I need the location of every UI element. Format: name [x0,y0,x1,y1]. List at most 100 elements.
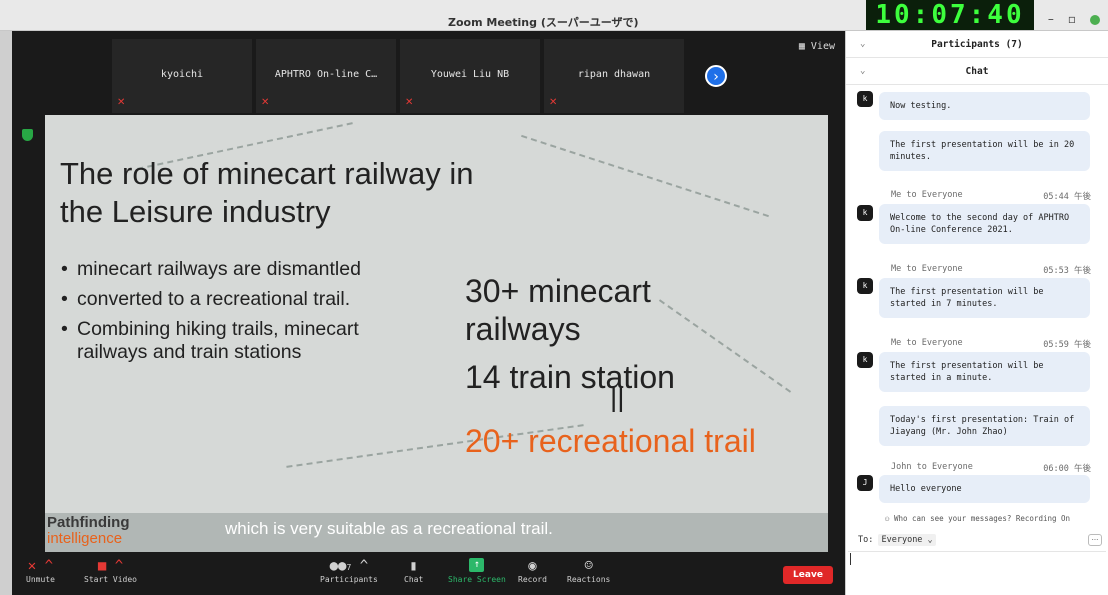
side-panel: ⌄ Participants (7) ⌄ Chat k Now testing.… [845,31,1108,595]
chat-header[interactable]: ⌄ Chat [846,58,1108,85]
maximize-icon[interactable]: ▫ [1068,12,1076,26]
message-time: 05:59 午後 [1043,340,1091,350]
chat-message: Now testing. [879,92,1090,120]
share-screen-button[interactable]: ↑ Share Screen [448,558,506,584]
bullet-item: minecart railways are dismantled [60,258,410,281]
chat-message: The first presentation will be started i… [879,352,1090,392]
bullet-item: converted to a recreational trail. [60,288,410,311]
avatar: k [857,91,873,107]
chat-header-label: Chat [965,66,989,77]
equals-sign: || [610,381,625,412]
thumbnail-name: Youwei Liu NB [430,69,510,80]
to-label: To: [858,535,874,545]
stat-railways: railways [465,311,581,347]
participants-header[interactable]: ⌄ Participants (7) [846,31,1108,58]
clock-overlay: 10:07:40 [866,0,1034,30]
slide-title: The role of minecart railway in the Leis… [60,155,474,231]
slide-title-line-2: the Leisure industry [60,194,331,229]
share-screen-label: Share Screen [448,575,506,584]
security-shield-icon [22,129,33,141]
reactions-label: Reactions [567,575,611,584]
map-trail-line [658,299,792,393]
record-label: Record [518,575,547,584]
thumbnail-name: ripan dhawan [577,69,651,80]
participants-button[interactable]: ●●7 ^ Participants [320,558,378,584]
message-time: 05:53 午後 [1043,266,1091,276]
title-bar: Zoom Meeting (スーパーユーザで) 10:07:40 – ▫ [0,0,1108,31]
message-sender: Me to Everyone [891,264,963,274]
reaction-smiley-icon: ☺ [584,558,593,574]
leave-button[interactable]: Leave [783,566,833,584]
slide-title-line-1: The role of minecart railway in [60,156,474,191]
message-sender: Me to Everyone [891,338,963,348]
window-controls: – ▫ [1048,12,1100,26]
thumbnail-tile[interactable]: APHTRO On-line C… ✕ [256,39,396,113]
unmute-label: Unmute [26,575,55,584]
zoom-window: Zoom Meeting (スーパーユーザで) 10:07:40 – ▫ kyo… [0,0,1108,595]
muted-mic-icon: ✕ [117,97,126,108]
slide-bullets: minecart railways are dismantled convert… [60,258,410,371]
view-label: View [810,41,835,52]
muted-mic-icon: ✕ ^ [27,558,54,574]
participants-header-label: Participants (7) [931,39,1023,50]
participants-icon: ●●7 ^ [329,558,369,574]
text-caret [850,553,851,565]
brand-line-1: Pathfinding [47,514,130,531]
meeting-toolbar: ✕ ^ Unmute ■ ^ Start Video ●●7 ^ Partici… [12,554,845,595]
next-page-button[interactable]: › [705,65,727,87]
grid-icon: ▦ [798,41,811,52]
recipient-dropdown[interactable]: Everyone ⌄ [878,534,936,546]
message-meta: Me to Everyone 05:59 午後 [891,338,1091,350]
minimize-icon[interactable]: – [1048,12,1054,26]
thumbnail-tile[interactable]: ripan dhawan ✕ [544,39,684,113]
avatar: J [857,475,873,491]
avatar: k [857,205,873,221]
chat-icon: ▮ [409,558,418,574]
message-time: 05:44 午後 [1043,192,1091,202]
close-icon[interactable] [1090,15,1100,25]
bullet-item: Combining hiking trails, minecart railwa… [60,318,410,364]
record-icon: ◉ [528,558,537,574]
brand-line-2: intelligence [47,530,123,547]
start-video-button[interactable]: ■ ^ Start Video [84,558,137,584]
desktop-edge [0,31,12,595]
participants-label: Participants [320,575,378,584]
thumbnail-tile[interactable]: Youwei Liu NB ✕ [400,39,540,113]
message-meta: John to Everyone 06:00 午後 [891,462,1091,474]
chat-message: The first presentation will be in 20 min… [879,131,1090,171]
chevron-down-icon[interactable]: ⌄ [860,58,865,85]
avatar: k [857,278,873,294]
chat-message: Welcome to the second day of APHTRO On-l… [879,204,1090,244]
message-time: 06:00 午後 [1043,464,1091,474]
recipient-selector[interactable]: To: Everyone ⌄ [858,534,936,546]
thumbnail-name: kyoichi [160,69,204,80]
chat-input[interactable] [848,551,1106,591]
chevron-down-icon[interactable]: ⌄ [860,31,865,58]
message-meta: Me to Everyone 05:44 午後 [891,190,1091,202]
chat-label: Chat [404,575,424,584]
message-meta: Me to Everyone 05:53 午後 [891,264,1091,276]
view-button[interactable]: ▦ View [799,41,835,52]
record-button[interactable]: ◉ Record [518,558,547,584]
unmute-button[interactable]: ✕ ^ Unmute [26,558,55,584]
brand-logo: Pathfinding intelligence [47,515,130,547]
thumbnail-tile[interactable]: kyoichi ✕ [112,39,252,113]
stat-recreational-trail: 20+ recreational trail [465,423,756,459]
chat-message: The first presentation will be started i… [879,278,1090,318]
chat-message: Today's first presentation: Train of Jia… [879,406,1090,446]
share-arrow-icon: ↑ [469,558,485,572]
stat-train-station: 14 train station [465,359,675,395]
avatar: k [857,352,873,368]
reactions-button[interactable]: ☺ Reactions [567,558,610,584]
chat-button[interactable]: ▮ Chat [404,558,423,584]
chat-visibility-notice[interactable]: ⚇ Who can see your messages? Recording O… [846,514,1108,523]
participants-count: 7 [346,563,352,572]
window-title: Zoom Meeting (スーパーユーザで) [448,16,639,29]
muted-mic-icon: ✕ [549,97,558,108]
thumbnail-name: APHTRO On-line C… [274,69,378,80]
notice-text: Who can see your messages? Recording On [893,514,1071,523]
participant-thumbnails: kyoichi ✕ APHTRO On-line C… ✕ Youwei Liu… [112,39,684,113]
chat-message: Hello everyone [879,475,1090,503]
more-options-button[interactable]: ··· [1088,534,1102,546]
shared-screen: The role of minecart railway in the Leis… [45,115,828,552]
